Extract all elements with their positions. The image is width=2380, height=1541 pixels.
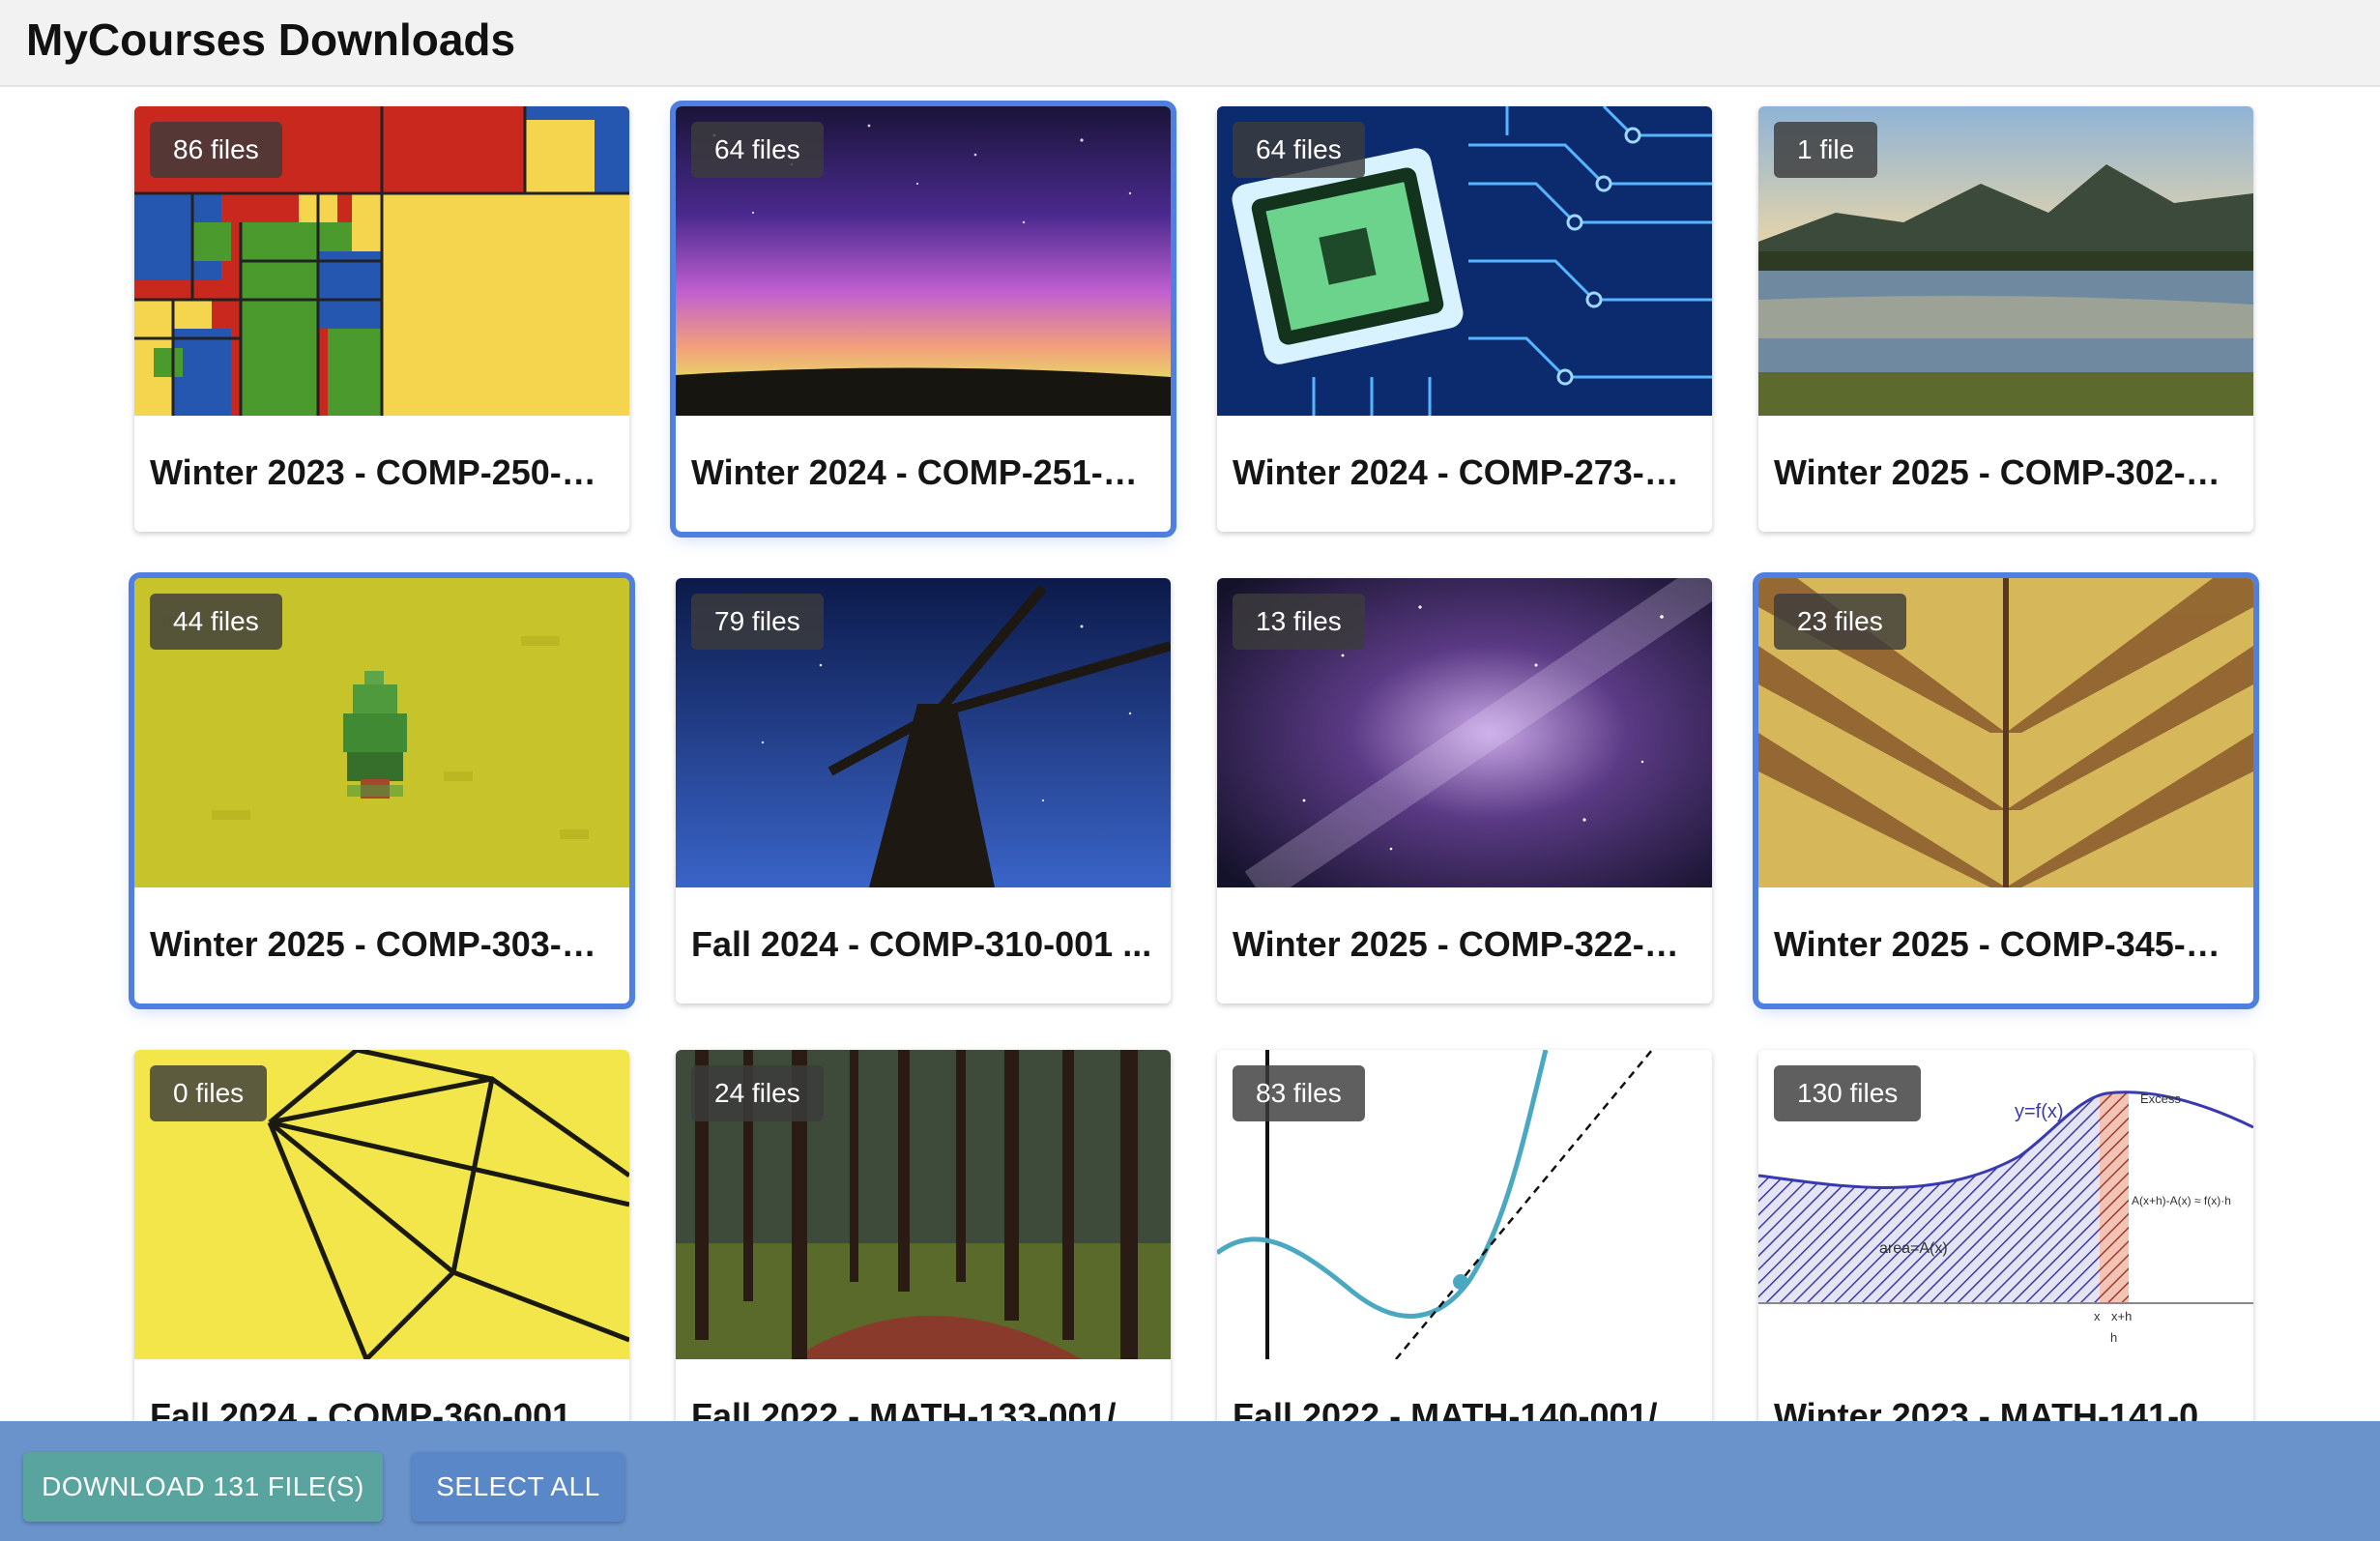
- file-count-badge: 64 files: [1233, 122, 1365, 178]
- course-title: Winter 2024 - COMP-273-001: [1233, 452, 1697, 492]
- course-card[interactable]: 0 files Fall 2024 - COMP-360-001: [134, 1050, 629, 1421]
- file-count-badge: 83 files: [1233, 1065, 1365, 1121]
- thumb-label: y=f(x): [2015, 1101, 2064, 1122]
- course-card[interactable]: 79 files Fall 2024 - COMP-310-001 ...: [676, 578, 1171, 1003]
- course-card[interactable]: 24 files Fall 2022 - MATH-133-001/: [676, 1050, 1171, 1421]
- course-title: Fall 2024 - COMP-360-001: [150, 1396, 572, 1421]
- thumb-label: x+h: [2111, 1309, 2132, 1323]
- thumb-label: A(x+h)-A(x) ≈ f(x)·h: [2132, 1194, 2231, 1207]
- course-title: Winter 2023 - COMP-250-001/002/003: [150, 452, 614, 492]
- action-footer: DOWNLOAD 131 FILE(S) SELECT ALL: [0, 1421, 2380, 1541]
- page-title: MyCourses Downloads: [26, 15, 516, 65]
- thumb-label: Excess: [2140, 1091, 2181, 1106]
- course-title: Winter 2025 - COMP-302-001: [1774, 452, 2238, 492]
- file-count-badge: 86 files: [150, 122, 282, 178]
- course-card[interactable]: 13 files Winter 2025 - COMP-322-001: [1217, 578, 1712, 1003]
- course-title: Winter 2024 - COMP-251-001/002: [691, 452, 1155, 492]
- select-all-button[interactable]: SELECT ALL: [412, 1452, 624, 1522]
- thumb-label: x: [2094, 1309, 2101, 1323]
- file-count-badge: 79 files: [691, 594, 824, 650]
- course-title: Fall 2024 - COMP-310-001 ...: [691, 924, 1152, 964]
- file-count-badge: 0 files: [150, 1065, 268, 1121]
- file-count-badge: 64 files: [691, 122, 824, 178]
- course-card[interactable]: 64 files Winter 2024 - COMP-273-001: [1217, 106, 1712, 532]
- course-title: Winter 2025 - COMP-303-001: [150, 924, 614, 964]
- course-title: Winter 2023 - MATH-141-0: [1774, 1396, 2199, 1421]
- file-count-badge: 130 files: [1774, 1065, 1922, 1121]
- course-card[interactable]: 1 file Winter 2025 - COMP-302-001: [1758, 106, 2253, 532]
- thumb-label: h: [2110, 1330, 2117, 1345]
- course-title: Fall 2022 - MATH-133-001/: [691, 1396, 1117, 1421]
- course-title: Fall 2022 - MATH-140-001/: [1233, 1396, 1658, 1421]
- course-grid: 86 files Winter 2023 - COMP-250-001/002/…: [0, 87, 2380, 1421]
- thumb-label: area=A(x): [1879, 1240, 1948, 1257]
- app-header: MyCourses Downloads: [0, 0, 2380, 87]
- file-count-badge: 24 files: [691, 1065, 824, 1121]
- course-card[interactable]: 83 files Fall 2022 - MATH-140-001/: [1217, 1050, 1712, 1421]
- course-title: Winter 2025 - COMP-322-001: [1233, 924, 1697, 964]
- download-files-button[interactable]: DOWNLOAD 131 FILE(S): [23, 1452, 383, 1522]
- file-count-badge: 44 files: [150, 594, 282, 650]
- course-title: Winter 2025 - COMP-345-001: [1774, 924, 2238, 964]
- file-count-badge: 1 file: [1774, 122, 1878, 178]
- course-card[interactable]: 64 files Winter 2024 - COMP-251-001/002: [670, 101, 1176, 538]
- course-card[interactable]: y=f(x) Excess area=A(x) A(x+h)-A(x) ≈ f(…: [1758, 1050, 2253, 1421]
- file-count-badge: 23 files: [1774, 594, 1906, 650]
- course-card[interactable]: 23 files Winter 2025 - COMP-345-001: [1753, 572, 2259, 1009]
- file-count-badge: 13 files: [1233, 594, 1365, 650]
- course-card[interactable]: 86 files Winter 2023 - COMP-250-001/002/…: [134, 106, 629, 532]
- course-card[interactable]: 44 files Winter 2025 - COMP-303-001: [129, 572, 635, 1009]
